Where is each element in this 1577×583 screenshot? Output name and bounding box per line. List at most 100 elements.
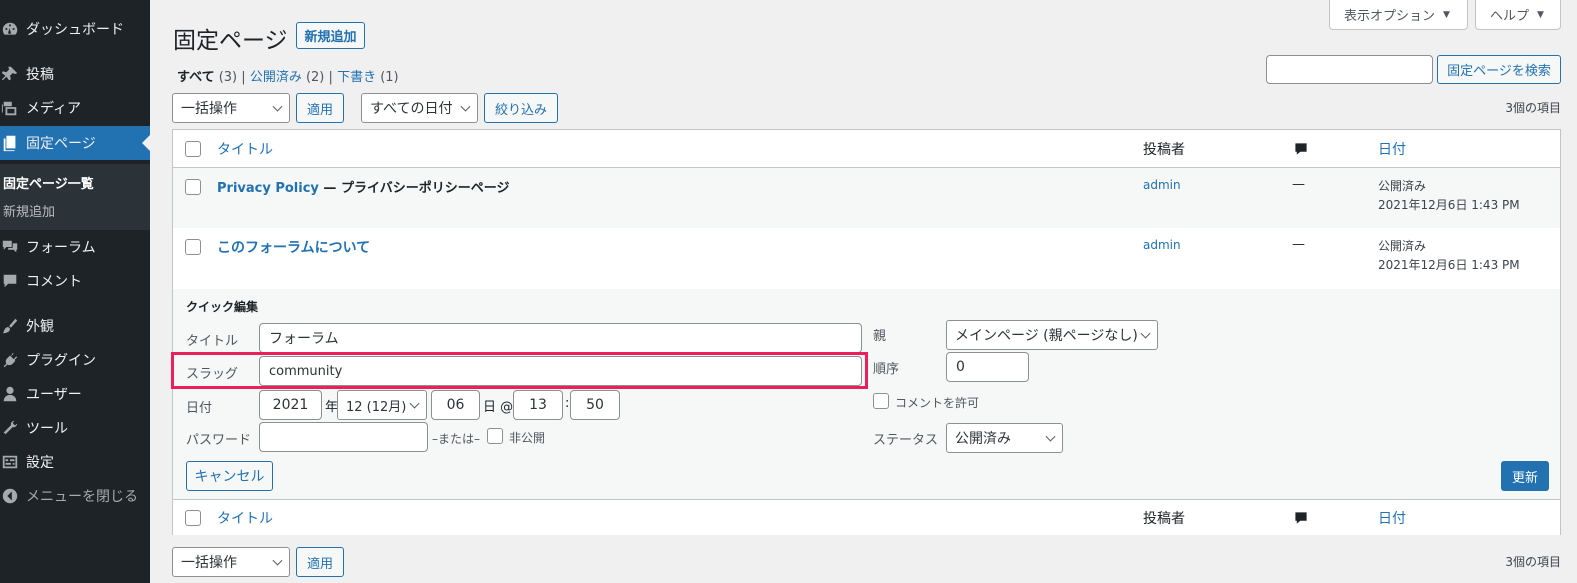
item-count-bottom: 3個の項目 xyxy=(1505,555,1561,569)
brush-icon xyxy=(0,316,20,336)
password-input[interactable] xyxy=(259,422,428,452)
column-date-bottom[interactable]: 日付 xyxy=(1378,508,1406,528)
table-header: タイトル 投稿者 日付 xyxy=(173,130,1560,168)
filter-button[interactable]: 絞り込み xyxy=(484,93,558,123)
submenu-add-new[interactable]: 新規追加 xyxy=(3,201,55,220)
chevron-down-icon xyxy=(272,101,283,112)
search-pages-button[interactable]: 固定ページを検索 xyxy=(1437,55,1561,84)
media-icon xyxy=(0,98,20,118)
order-input[interactable]: 0 xyxy=(946,352,1029,382)
menu-users[interactable]: ユーザー xyxy=(0,379,150,409)
date-filter-select[interactable]: すべての日付 xyxy=(361,93,478,123)
caret-down-icon: ▼ xyxy=(1443,9,1450,20)
filter-draft[interactable]: 下書き xyxy=(337,70,376,85)
day-input[interactable]: 06 xyxy=(431,390,480,420)
cancel-button[interactable]: キャンセル xyxy=(186,461,273,491)
dashboard-icon xyxy=(0,19,20,39)
apply-button-bottom[interactable]: 適用 xyxy=(296,547,344,577)
filter-published-count: (2) xyxy=(305,70,325,85)
menu-settings[interactable]: 設定 xyxy=(0,447,150,477)
menu-dashboard-label: ダッシュボード xyxy=(26,22,124,38)
title-input[interactable]: フォーラム xyxy=(259,323,862,353)
row-title-link[interactable]: このフォーラムについて xyxy=(217,237,370,257)
chevron-down-icon xyxy=(272,555,283,566)
submenu-all-pages[interactable]: 固定ページ一覧 xyxy=(3,173,94,192)
chevron-down-icon xyxy=(1140,328,1151,339)
table-footer: タイトル 投稿者 日付 xyxy=(173,499,1560,535)
parent-value: メインページ (親ページなし) xyxy=(955,328,1138,344)
menu-tools[interactable]: ツール xyxy=(0,413,150,443)
menu-dashboard[interactable]: ダッシュボード xyxy=(0,14,150,44)
bulk-action-value: 一括操作 xyxy=(181,101,237,117)
time-colon: : xyxy=(565,396,570,411)
menu-plugins-label: プラグイン xyxy=(26,353,96,369)
pin-icon xyxy=(0,64,20,84)
select-all-checkbox[interactable] xyxy=(185,141,201,157)
private-label: 非公開 xyxy=(509,431,546,445)
allow-comments-label: コメントを許可 xyxy=(895,396,980,410)
comment-bubble-icon[interactable] xyxy=(1294,142,1308,155)
minute-input[interactable]: 50 xyxy=(570,390,620,420)
search-input[interactable] xyxy=(1266,55,1433,84)
forum-icon xyxy=(0,237,20,257)
highlight-box xyxy=(171,352,868,389)
allow-comments-checkbox[interactable] xyxy=(873,393,889,409)
year-input[interactable]: 2021 xyxy=(259,390,322,420)
column-title-bottom[interactable]: タイトル xyxy=(217,508,273,528)
screen-options-label: 表示オプション xyxy=(1344,9,1436,24)
row-datetime: 2021年12月6日 1:43 PM xyxy=(1378,258,1520,272)
select-all-checkbox-bottom[interactable] xyxy=(185,510,201,526)
month-select[interactable]: 12 (12月) xyxy=(337,390,427,420)
column-title[interactable]: タイトル xyxy=(217,139,273,159)
status-select[interactable]: 公開済み xyxy=(946,423,1063,453)
parent-select[interactable]: メインページ (親ページなし) xyxy=(946,320,1158,350)
help-button[interactable]: ヘルプ ▼ xyxy=(1475,0,1561,30)
row-title-link[interactable]: Privacy Policy xyxy=(217,181,319,196)
filter-separator: | xyxy=(328,70,333,85)
page-title: 固定ページ xyxy=(173,28,288,54)
bulk-action-select-top[interactable]: 一括操作 xyxy=(172,93,290,123)
row-author-link[interactable]: admin xyxy=(1143,178,1181,192)
add-new-button[interactable]: 新規追加 xyxy=(296,22,365,49)
menu-users-label: ユーザー xyxy=(26,387,82,403)
hour-input[interactable]: 13 xyxy=(513,390,563,420)
column-author-bottom: 投稿者 xyxy=(1143,511,1185,527)
comment-bubble-icon[interactable] xyxy=(1294,511,1308,524)
row-title-cell: Privacy Policy — プライバシーポリシーページ xyxy=(217,177,509,196)
menu-media-label: メディア xyxy=(26,101,82,117)
private-checkbox[interactable] xyxy=(487,428,503,444)
column-date[interactable]: 日付 xyxy=(1378,139,1406,159)
column-author: 投稿者 xyxy=(1143,142,1185,158)
menu-media[interactable]: メディア xyxy=(0,93,150,123)
order-field-label: 順序 xyxy=(873,362,900,377)
menu-collapse[interactable]: メニューを閉じる xyxy=(0,481,150,511)
menu-comments-label: コメント xyxy=(26,274,82,290)
menu-comments[interactable]: コメント xyxy=(0,266,150,296)
filter-published[interactable]: 公開済み xyxy=(250,70,302,85)
bulk-action-select-bottom[interactable]: 一括操作 xyxy=(172,547,290,577)
password-field-label: パスワード xyxy=(186,433,252,448)
caret-down-icon: ▼ xyxy=(1537,9,1544,20)
update-button[interactable]: 更新 xyxy=(1501,461,1549,491)
menu-settings-label: 設定 xyxy=(26,455,54,471)
plugin-icon xyxy=(0,350,20,370)
title-field-label: タイトル xyxy=(186,334,239,349)
menu-tools-label: ツール xyxy=(26,421,68,437)
menu-appearance[interactable]: 外観 xyxy=(0,311,150,341)
item-count-top: 3個の項目 xyxy=(1505,101,1561,115)
apply-button-top[interactable]: 適用 xyxy=(296,93,344,123)
menu-plugins[interactable]: プラグイン xyxy=(0,345,150,375)
menu-forums[interactable]: フォーラム xyxy=(0,232,150,262)
date-filter-value: すべての日付 xyxy=(370,101,453,117)
row-author-link[interactable]: admin xyxy=(1143,238,1181,252)
screen-options-button[interactable]: 表示オプション ▼ xyxy=(1329,0,1468,30)
row-post-state: — プライバシーポリシーページ xyxy=(318,181,510,196)
menu-pages[interactable]: 固定ページ xyxy=(0,126,150,160)
filter-all[interactable]: すべて xyxy=(177,70,215,85)
filter-separator: | xyxy=(241,70,246,85)
row-checkbox[interactable] xyxy=(185,239,201,255)
row-comments-count: — xyxy=(1292,237,1305,252)
menu-appearance-label: 外観 xyxy=(26,319,54,335)
row-checkbox[interactable] xyxy=(185,179,201,195)
menu-posts[interactable]: 投稿 xyxy=(0,59,150,89)
